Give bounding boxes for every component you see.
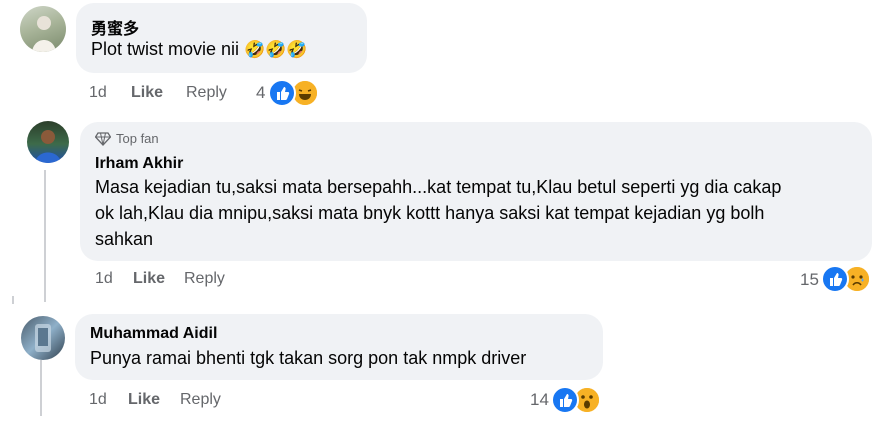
thread-line bbox=[40, 360, 42, 416]
like-icon bbox=[551, 386, 579, 414]
avatar-figure-icon bbox=[35, 130, 61, 163]
reaction-count[interactable]: 14 bbox=[530, 390, 549, 410]
comment-text-line: ok lah,Klau dia mnipu,saksi mata bnyk ko… bbox=[95, 203, 765, 223]
reaction-count[interactable]: 15 bbox=[800, 270, 819, 290]
diamond-icon bbox=[95, 132, 111, 146]
avatar[interactable] bbox=[27, 121, 69, 163]
reaction-count[interactable]: 4 bbox=[256, 83, 265, 103]
badge-label: Top fan bbox=[116, 131, 159, 146]
comment-time[interactable]: 1d bbox=[95, 270, 113, 288]
like-label: Like bbox=[131, 84, 164, 101]
like-button[interactable]: Like bbox=[128, 391, 160, 409]
like-label: Like bbox=[128, 391, 161, 408]
like-button[interactable]: Like bbox=[131, 84, 163, 102]
like-label: Like bbox=[133, 270, 166, 287]
like-icon bbox=[268, 79, 296, 107]
comment-text-line: Masa kejadian tu,saksi mata bersepahh...… bbox=[95, 177, 782, 197]
avatar[interactable] bbox=[21, 316, 65, 360]
reply-button[interactable]: Reply bbox=[184, 270, 225, 288]
comment-author[interactable]: Muhammad Aidil bbox=[90, 325, 217, 343]
like-button[interactable]: Like bbox=[133, 270, 165, 288]
comment-text: Plot twist movie nii 🤣🤣🤣 bbox=[91, 36, 308, 63]
avatar-figure-icon bbox=[32, 16, 56, 52]
laughing-emoji-icon: 🤣🤣🤣 bbox=[244, 40, 308, 59]
avatar[interactable] bbox=[20, 6, 66, 52]
thread-line bbox=[12, 296, 14, 304]
avatar-figure-icon bbox=[35, 324, 51, 352]
reply-button[interactable]: Reply bbox=[186, 84, 227, 102]
reply-button[interactable]: Reply bbox=[180, 391, 221, 409]
comment-author[interactable]: Irham Akhir bbox=[95, 155, 183, 173]
comment-time[interactable]: 1d bbox=[89, 391, 107, 409]
comment-text: Punya ramai bhenti tgk takan sorg pon ta… bbox=[90, 348, 527, 368]
comment-time[interactable]: 1d bbox=[89, 84, 107, 102]
thread-line bbox=[44, 170, 46, 302]
comment-text-body: Plot twist movie nii bbox=[91, 39, 240, 59]
comment-text-line: sahkan bbox=[95, 229, 154, 249]
like-icon bbox=[821, 265, 849, 293]
